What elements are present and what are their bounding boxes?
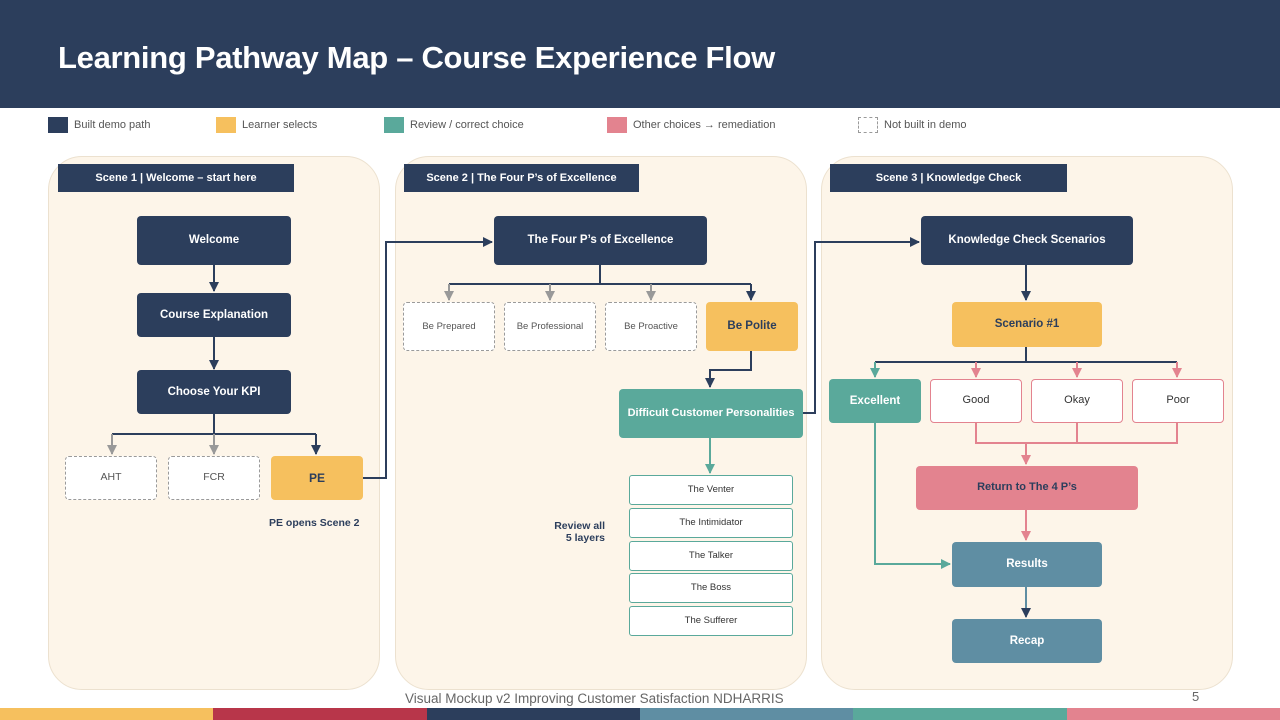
be-polite-node[interactable]: Be Polite [706,302,798,351]
return-node[interactable]: Return to The 4 P’s [916,466,1138,510]
legend-swatch-built [48,117,68,133]
legend-swatch-not-built [858,117,878,133]
legend-item-review: Review / correct choice [384,117,524,133]
review-note-line2: 5 layers [565,532,605,544]
course-explanation-node[interactable]: Course Explanation [137,293,291,337]
legend-label: Not built in demo [884,119,967,131]
legend-label: Built demo path [74,119,151,131]
personality-boss[interactable]: The Boss [629,573,793,603]
be-professional-node: Be Professional [504,302,596,351]
excellent-node[interactable]: Excellent [829,379,921,423]
footer-text: Visual Mockup v2 Improving Customer Sati… [405,691,784,706]
four-ps-node[interactable]: The Four P’s of Excellence [494,216,707,265]
review-note: Review all 5 layers [549,520,605,544]
page-number: 5 [1192,689,1200,704]
legend-item-not-built: Not built in demo [858,117,967,133]
legend-item-built: Built demo path [48,117,150,133]
page-title: Learning Pathway Map – Course Experience… [58,40,775,75]
results-node[interactable]: Results [952,542,1102,587]
legend-label: Other choices → remediation [633,119,776,131]
pe-note: PE opens Scene 2 [269,517,360,529]
be-proactive-node: Be Proactive [605,302,697,351]
bottom-bar-segment [213,708,427,720]
scene2-tag: Scene 2 | The Four P’s of Excellence [404,164,639,192]
knowledge-check-node[interactable]: Knowledge Check Scenarios [921,216,1133,265]
welcome-node[interactable]: Welcome [137,216,291,265]
legend-swatch-other [607,117,627,133]
be-prepared-node: Be Prepared [403,302,495,351]
recap-node[interactable]: Recap [952,619,1102,663]
aht-node: AHT [65,456,157,500]
legend-swatch-review [384,117,404,133]
legend-swatch-learner [216,117,236,133]
personality-talker[interactable]: The Talker [629,541,793,571]
pe-node[interactable]: PE [271,456,363,500]
legend-label: Learner selects [242,119,318,131]
bottom-bar-segment [426,708,640,720]
okay-node[interactable]: Okay [1031,379,1123,423]
personality-sufferer[interactable]: The Sufferer [629,606,793,636]
bottom-bar-segment [0,708,214,720]
bottom-color-bar [0,708,1280,720]
legend-item-other: Other choices → remediation [607,117,775,133]
scenario-node[interactable]: Scenario #1 [952,302,1102,347]
difficult-personalities-node[interactable]: Difficult Customer Personalities [619,389,803,438]
choose-kpi-node[interactable]: Choose Your KPI [137,370,291,414]
scene1-tag: Scene 1 | Welcome – start here [58,164,294,192]
review-note-line1: Review all [554,520,605,532]
bottom-bar-segment [639,708,854,720]
bottom-bar-segment [853,708,1067,720]
good-node[interactable]: Good [930,379,1022,423]
personality-intimidator[interactable]: The Intimidator [629,508,793,538]
fcr-node: FCR [168,456,260,500]
poor-node[interactable]: Poor [1132,379,1224,423]
legend-item-learner-selects: Learner selects [216,117,317,133]
legend-label: Review / correct choice [410,119,524,131]
header-banner: Learning Pathway Map – Course Experience… [0,0,1280,108]
bottom-bar-segment [1066,708,1280,720]
personality-venter[interactable]: The Venter [629,475,793,505]
scene3-tag: Scene 3 | Knowledge Check [830,164,1067,192]
